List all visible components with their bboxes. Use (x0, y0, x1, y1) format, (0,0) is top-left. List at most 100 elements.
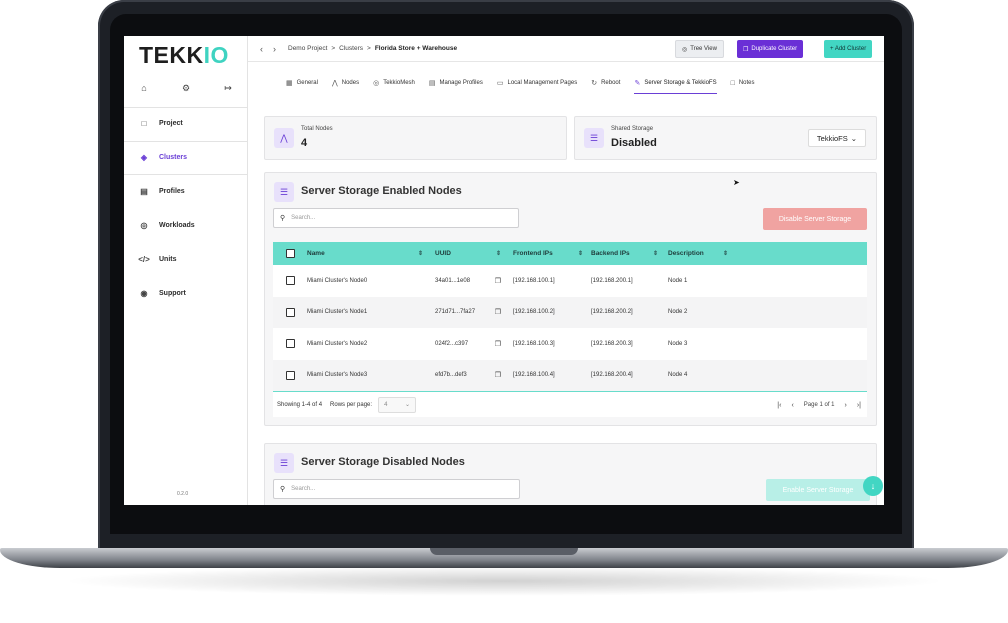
scroll-down-button[interactable]: ↓ (863, 476, 883, 496)
row-select-cell (273, 339, 307, 349)
reboot-icon: ↻ (591, 80, 598, 87)
sidebar-top-icons: ⌂ ⚙ ↦ (138, 82, 234, 94)
duplicate-cluster-button[interactable]: ❐ Duplicate Cluster (737, 40, 804, 58)
sidebar-item-project[interactable]: □ Project (124, 108, 248, 138)
enable-server-storage-button[interactable]: Enable Server Storage (766, 479, 870, 501)
sidebar-item-units[interactable]: </> Units (124, 244, 248, 274)
copy-icon[interactable]: ❐ (495, 308, 501, 316)
search-icon: ⚲ (280, 486, 286, 493)
rows-per-page-label: Rows per page: (330, 401, 373, 408)
tab-manage-profiles[interactable]: ▤ Manage Profiles (429, 72, 483, 94)
grid-icon: ▦ (286, 80, 293, 87)
gear-icon[interactable]: ⚙ (180, 82, 192, 94)
add-cluster-label: + Add Cluster (830, 46, 867, 52)
tab-label: TekkioMesh (383, 80, 415, 86)
sidebar: TEKKIO ⌂ ⚙ ↦ □ Project ◈ Clusters ▤ Prof… (124, 36, 248, 505)
home-icon[interactable]: ⌂ (138, 82, 150, 94)
last-page-icon[interactable]: ›| (857, 402, 861, 409)
app-version: 0.2.0 (177, 491, 189, 497)
cluster-icon: ◈ (140, 152, 148, 162)
table-row[interactable]: Miami Cluster's Node0 34a01...1e08 ❐ [192… (273, 265, 867, 297)
tab-local-management-pages[interactable]: ▭ Local Management Pages (497, 72, 577, 94)
tab-label: Manage Profiles (439, 80, 483, 86)
sidebar-item-clusters[interactable]: ◈ Clusters (124, 142, 248, 172)
table-row[interactable]: Miami Cluster's Node3 efd7b...def3 ❐ [192… (273, 359, 867, 391)
column-header-uuid[interactable]: UUID ⇕ (435, 250, 513, 257)
sort-icon: ⇕ (417, 251, 423, 257)
frontend-ip: [192.168.100.3] (513, 340, 555, 347)
back-arrow-icon[interactable]: ‹ (260, 44, 263, 54)
column-header-description[interactable]: Description ⇕ (668, 250, 728, 257)
tab-tekkiomesh[interactable]: ◎ TekkioMesh (373, 72, 415, 94)
breadcrumb-project[interactable]: Demo Project (288, 45, 327, 52)
wand-icon: ✎ (634, 79, 641, 87)
disabled-search-input[interactable]: ⚲ Search... (273, 479, 520, 499)
app-screen: TEKKIO ⌂ ⚙ ↦ □ Project ◈ Clusters ▤ Prof… (124, 36, 884, 505)
table-row[interactable]: Miami Cluster's Node1 271d71...7fa27 ❐ [1… (273, 296, 867, 328)
list-icon: ☰ (274, 453, 294, 473)
copy-icon[interactable]: ❐ (495, 277, 501, 285)
doc-icon: ▤ (428, 80, 436, 87)
filesystem-select[interactable]: TekkioFS ⌄ (808, 129, 866, 147)
uuid-cell: 34a01...1e08 ❐ (435, 277, 513, 285)
node-description: Node 2 (668, 309, 688, 316)
disable-server-storage-button[interactable]: Disable Server Storage (763, 208, 867, 230)
file-icon: ▤ (140, 186, 148, 196)
row-select-cell (273, 370, 307, 380)
sidebar-item-support[interactable]: ◉ Support (124, 278, 248, 308)
showing-count: Showing 1-4 of 4 (277, 401, 323, 408)
breadcrumb: Demo Project > Clusters > Florida Store … (288, 45, 457, 52)
row-checkbox[interactable] (285, 370, 295, 380)
row-checkbox[interactable] (285, 339, 295, 349)
column-header-name[interactable]: Name ⇕ (307, 250, 435, 257)
top-bar: ‹ › Demo Project > Clusters > Florida St… (248, 36, 884, 62)
rows-per-page-select[interactable]: 4 ⌄ (378, 396, 417, 413)
pager: |‹ ‹ Page 1 of 1 › ›| (777, 392, 861, 418)
enabled-search-input[interactable]: ⚲ Search... (273, 208, 519, 228)
tab-server-storage[interactable]: ✎ Server Storage & TekkioFS (634, 72, 717, 94)
monitor-icon: ▭ (496, 80, 504, 87)
node-uuid: efd7b...def3 (435, 372, 467, 379)
copy-icon[interactable]: ❐ (495, 340, 501, 348)
forward-arrow-icon[interactable]: › (273, 44, 276, 54)
select-all-cell (273, 249, 307, 258)
tekkio-logo[interactable]: TEKKIO (139, 42, 229, 69)
column-header-frontend-ips[interactable]: Frontend IPs ⇕ (513, 250, 591, 257)
sidebar-item-workloads[interactable]: ◎ Workloads (124, 210, 248, 240)
sidebar-item-label: Clusters (159, 153, 188, 161)
search-icon: ⚲ (280, 215, 286, 222)
logout-icon[interactable]: ↦ (222, 82, 234, 94)
breadcrumb-clusters[interactable]: Clusters (339, 45, 363, 52)
tab-label: Notes (738, 80, 755, 86)
select-all-checkbox[interactable] (285, 249, 295, 258)
table-pagination: Showing 1-4 of 4 Rows per page: 4 ⌄ |‹ ‹ … (273, 391, 867, 417)
tree-view-button[interactable]: ◎ Tree View (675, 40, 724, 58)
column-label: Name (307, 250, 325, 257)
column-header-backend-ips[interactable]: Backend IPs ⇕ (591, 250, 668, 257)
sidebar-item-profiles[interactable]: ▤ Profiles (124, 176, 248, 206)
add-cluster-button[interactable]: + Add Cluster (824, 40, 873, 58)
workload-icon: ◎ (140, 220, 148, 230)
prev-page-icon[interactable]: ‹ (791, 402, 793, 409)
enabled-section-title: Server Storage Enabled Nodes (301, 185, 462, 197)
row-checkbox[interactable] (285, 307, 295, 317)
search-placeholder: Search... (291, 486, 316, 492)
sidebar-item-label: Workloads (159, 221, 195, 229)
tab-general[interactable]: ▦ General (286, 72, 318, 94)
copy-icon[interactable]: ❐ (495, 371, 501, 379)
globe-icon: ◎ (373, 80, 380, 87)
next-page-icon[interactable]: › (845, 402, 847, 409)
table-row[interactable]: Miami Cluster's Node2 024f2...c397 ❐ [192… (273, 328, 867, 360)
node-name: Miami Cluster's Node3 (307, 372, 368, 379)
tab-nodes[interactable]: ⋀ Nodes (332, 72, 359, 94)
node-name: Miami Cluster's Node0 (307, 277, 368, 284)
tab-reboot[interactable]: ↻ Reboot (591, 72, 620, 94)
sort-icon: ⇕ (652, 251, 658, 257)
globe-icon: ◎ (682, 46, 688, 53)
tab-notes[interactable]: □ Notes (731, 72, 755, 94)
tree-view-label: Tree View (690, 46, 717, 52)
row-checkbox[interactable] (285, 276, 295, 286)
first-page-icon[interactable]: |‹ (777, 402, 781, 409)
node-uuid: 271d71...7fa27 (435, 309, 476, 316)
nodes-icon: ⋀ (274, 128, 294, 148)
